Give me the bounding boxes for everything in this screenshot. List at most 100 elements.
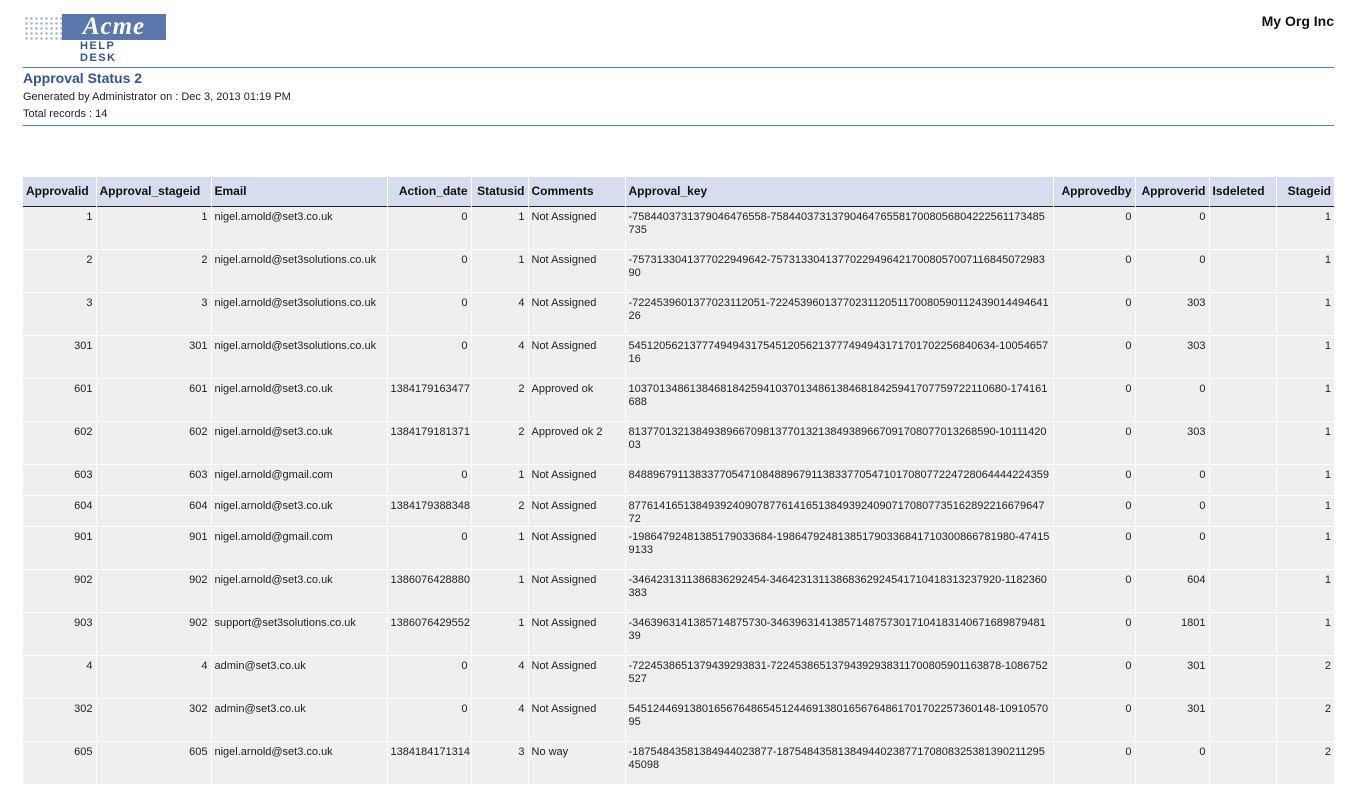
cell-approvalid: 2 (23, 249, 96, 293)
cell-isdeleted (1208, 335, 1276, 379)
cell-statusid: 1 (470, 612, 528, 656)
table-row: 902 902 nigel.arnold@set3.co.uk 13860764288… (23, 569, 1334, 613)
cell-approval-stageid: 2 (95, 249, 211, 293)
cell-email: nigel.arnold@set3.co.uk (210, 206, 387, 250)
table-body: 1 1 nigel.arnold@set3.co.uk 0 1 Not Assigned -… (23, 206, 1334, 785)
cell-approvalid: 1 (23, 206, 96, 250)
cell-approvedby: 0 (1052, 378, 1135, 422)
cell-approval-stageid: 603 (95, 464, 211, 496)
cell-approverid: 303 (1134, 292, 1209, 336)
cell-approval-stageid: 602 (95, 421, 211, 465)
cell-statusid: 4 (470, 655, 528, 699)
cell-approvalid: 302 (23, 698, 96, 742)
cell-approverid: 0 (1134, 249, 1209, 293)
table-row: 302 302 admin@set3.co.uk 0 4 Not Assigned 5451… (23, 698, 1334, 742)
cell-comments: Not Assigned (527, 292, 625, 336)
cell-isdeleted (1208, 378, 1276, 422)
cell-approval-stageid: 3 (95, 292, 211, 336)
cell-stageid: 1 (1275, 612, 1334, 656)
table-row: 602 602 nigel.arnold@set3.co.uk 13841791813… (23, 421, 1334, 465)
column-header-approval-key: Approval_key (624, 177, 1053, 206)
cell-approvedby: 0 (1052, 292, 1135, 336)
cell-approvalid: 901 (23, 526, 96, 570)
cell-action-date: 1384184171314 (386, 741, 471, 785)
cell-statusid: 1 (470, 526, 528, 570)
cell-statusid: 3 (470, 741, 528, 785)
cell-approverid: 604 (1134, 569, 1209, 613)
logo-brand-text: Acme (62, 14, 166, 40)
acme-help-desk-logo: Acme HELP DESK (24, 14, 166, 64)
cell-isdeleted (1208, 698, 1276, 742)
cell-statusid: 1 (470, 249, 528, 293)
cell-statusid: 2 (470, 421, 528, 465)
cell-approval-stageid: 4 (95, 655, 211, 699)
cell-approval-stageid: 902 (95, 612, 211, 656)
table-row: 901 901 nigel.arnold@gmail.com 0 1 Not Assign… (23, 526, 1334, 570)
cell-approvedby: 0 (1052, 335, 1135, 379)
cell-email: nigel.arnold@set3.co.uk (210, 421, 387, 465)
cell-isdeleted (1208, 206, 1276, 250)
cell-approval-stageid: 604 (95, 495, 211, 527)
column-header-stageid: Stageid (1275, 177, 1334, 206)
column-header-email: Email (210, 177, 387, 206)
table-header-row: Approvalid Approval_stageid Email Action_da… (23, 177, 1334, 206)
table-row: 903 902 support@set3solutions.co.uk 1386076… (23, 612, 1334, 656)
cell-statusid: 4 (470, 698, 528, 742)
logo-subtitle: HELP DESK (80, 40, 117, 64)
cell-approval-key: 8776141651384939240907877614165138493924… (624, 495, 1053, 527)
cell-action-date: 0 (386, 655, 471, 699)
cell-approvedby: 0 (1052, 526, 1135, 570)
cell-approvedby: 0 (1052, 698, 1135, 742)
column-header-approval-stageid: Approval_stageid (95, 177, 211, 206)
cell-stageid: 1 (1275, 292, 1334, 336)
cell-stageid: 1 (1275, 335, 1334, 379)
cell-approval-stageid: 301 (95, 335, 211, 379)
cell-stageid: 1 (1275, 569, 1334, 613)
cell-comments: Not Assigned (527, 206, 625, 250)
cell-approvalid: 605 (23, 741, 96, 785)
cell-statusid: 1 (470, 569, 528, 613)
cell-approval-key: -7573133041377022949642-7573133041377022… (624, 249, 1053, 293)
cell-email: nigel.arnold@set3solutions.co.uk (210, 335, 387, 379)
cell-approverid: 301 (1134, 698, 1209, 742)
cell-approvedby: 0 (1052, 464, 1135, 496)
cell-isdeleted (1208, 464, 1276, 496)
cell-action-date: 1384179181371 (386, 421, 471, 465)
cell-approvalid: 603 (23, 464, 96, 496)
column-header-statusid: Statusid (470, 177, 528, 206)
cell-approval-key: 5451244691380165676486545124469138016567… (624, 698, 1053, 742)
cell-approval-key: -3463963141385714875730-3463963141385714… (624, 612, 1053, 656)
cell-approverid: 0 (1134, 464, 1209, 496)
cell-comments: Not Assigned (527, 526, 625, 570)
column-header-action-date: Action_date (386, 177, 471, 206)
cell-isdeleted (1208, 292, 1276, 336)
cell-approval-key: 5451205621377749494317545120562137774949… (624, 335, 1053, 379)
cell-isdeleted (1208, 495, 1276, 527)
cell-email: nigel.arnold@set3.co.uk (210, 569, 387, 613)
cell-stageid: 1 (1275, 495, 1334, 527)
cell-action-date: 1386076428880 (386, 569, 471, 613)
cell-action-date: 0 (386, 464, 471, 496)
cell-statusid: 1 (470, 464, 528, 496)
column-header-comments: Comments (527, 177, 625, 206)
table-row: 601 601 nigel.arnold@set3.co.uk 13841791634… (23, 378, 1334, 422)
total-records-line: Total records : 14 (23, 108, 108, 120)
table-row: 4 4 admin@set3.co.uk 0 4 Not Assigned -7224538… (23, 655, 1334, 699)
cell-stageid: 2 (1275, 655, 1334, 699)
cell-approvedby: 0 (1052, 249, 1135, 293)
table-row: 3 3 nigel.arnold@set3solutions.co.uk 0 4 Not … (23, 292, 1334, 336)
cell-approval-key: 1037013486138468184259410370134861384681… (624, 378, 1053, 422)
cell-statusid: 1 (470, 206, 528, 250)
cell-action-date: 0 (386, 526, 471, 570)
cell-approverid: 0 (1134, 206, 1209, 250)
cell-comments: Not Assigned (527, 495, 625, 527)
cell-email: support@set3solutions.co.uk (210, 612, 387, 656)
cell-approval-key: -1875484358138494402387​7-18754843581384… (624, 741, 1053, 785)
cell-action-date: 1384179388348 (386, 495, 471, 527)
cell-stageid: 1 (1275, 249, 1334, 293)
cell-stageid: 1 (1275, 378, 1334, 422)
report-title: Approval Status 2 (23, 70, 143, 86)
cell-approvedby: 0 (1052, 421, 1135, 465)
cell-action-date: 1384179163477 (386, 378, 471, 422)
cell-action-date: 0 (386, 249, 471, 293)
